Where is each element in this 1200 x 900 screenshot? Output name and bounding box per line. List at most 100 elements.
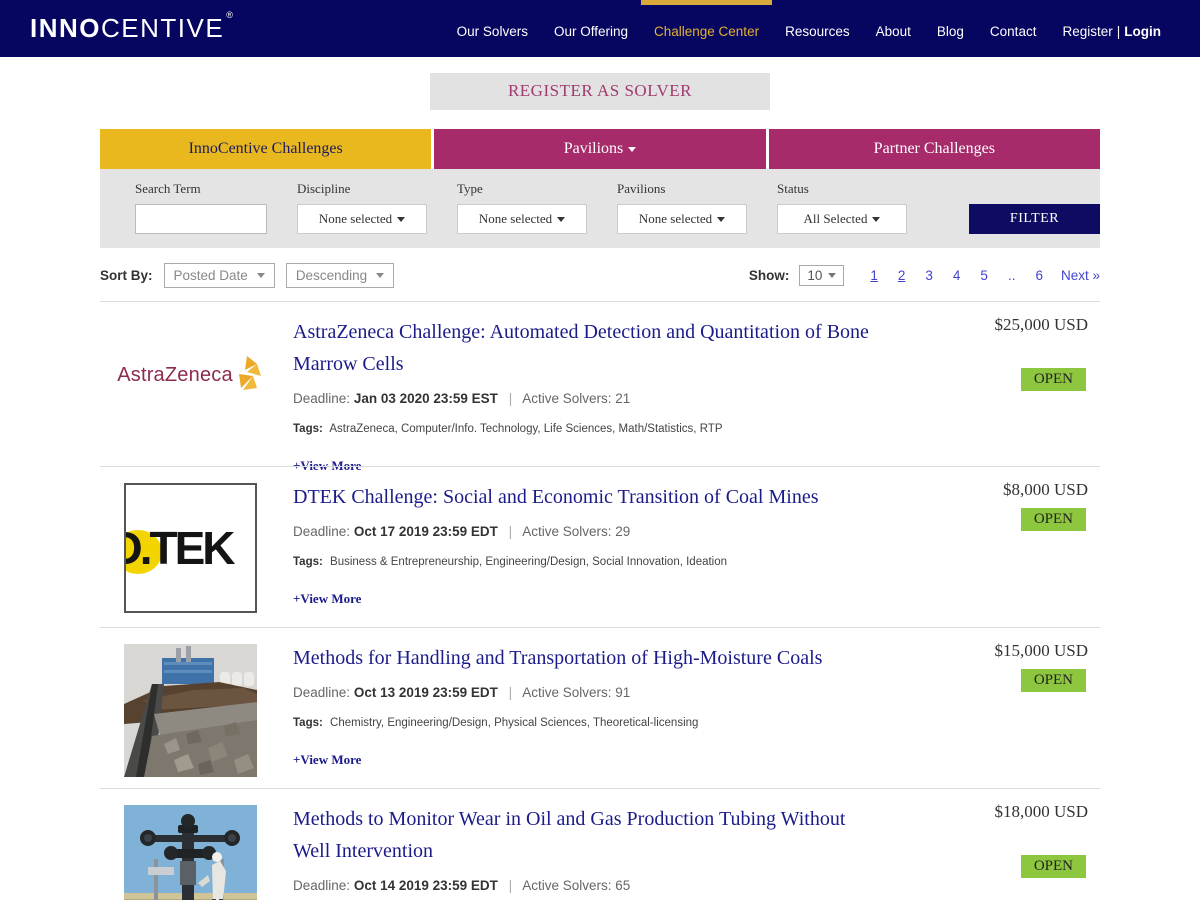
pavilions-value: None selected [639,211,712,227]
sort-direction-select[interactable]: Descending [286,263,394,288]
status-badge-open[interactable]: OPEN [1021,508,1086,531]
challenge-row: AstraZeneca AstraZeneca Challenge: Autom… [100,301,1100,466]
register-link[interactable]: Register [1062,24,1112,39]
meta-separator: | [509,878,513,893]
chevron-down-icon [717,217,725,222]
tags-value: AstraZeneca, Computer/Info. Technology, … [329,423,722,435]
sort-by-label: Sort By: [100,268,153,283]
oil-wellhead-thumbnail[interactable] [124,805,257,900]
discipline-group: Discipline None selected [297,181,427,234]
challenge-title[interactable]: Methods for Handling and Transportation … [293,642,883,674]
challenge-prize: $15,000 USD [994,641,1088,661]
challenge-meta: Deadline: Oct 14 2019 23:59 EDT | Active… [293,878,883,893]
tab-innocentive-challenges[interactable]: InnoCentive Challenges [100,129,431,169]
type-value: None selected [479,211,552,227]
challenge-row: Methods to Monitor Wear in Oil and Gas P… [100,788,1100,900]
deadline-value: Oct 17 2019 23:59 EDT [354,524,498,539]
pavilions-group: Pavilions None selected [617,181,747,234]
nav-our-offering[interactable]: Our Offering [541,0,641,57]
discipline-label: Discipline [297,181,427,197]
next-page-link[interactable]: Next » [1061,268,1100,283]
pavilions-dropdown[interactable]: None selected [617,204,747,234]
challenge-body: Methods for Handling and Transportation … [293,642,883,788]
show-label: Show: [749,268,790,283]
type-group: Type None selected [457,181,587,234]
show-count-select[interactable]: 10 [799,265,844,286]
solvers-value: 21 [615,391,630,406]
top-header: INNO CENTIVE ® Our Solvers Our Offering … [0,0,1200,57]
status-badge-open[interactable]: OPEN [1021,368,1086,391]
challenge-body: AstraZeneca Challenge: Automated Detecti… [293,316,883,466]
challenge-title[interactable]: DTEK Challenge: Social and Economic Tran… [293,481,883,513]
tags-value: Chemistry, Engineering/Design, Physical … [330,717,698,729]
challenge-prize: $25,000 USD [994,315,1088,335]
status-group: Status All Selected [777,181,907,234]
search-term-group: Search Term [135,181,267,234]
deadline-value: Jan 03 2020 23:59 EST [354,391,498,406]
sort-direction-value: Descending [296,268,367,283]
page-1-link[interactable]: 1 [870,268,878,283]
chevron-down-icon [557,217,565,222]
status-badge-open[interactable]: OPEN [1021,855,1086,878]
challenge-body: DTEK Challenge: Social and Economic Tran… [293,481,883,627]
deadline-label: Deadline: [293,878,350,893]
view-more-link[interactable]: +View More [293,752,361,768]
tab-pavilions[interactable]: Pavilions [431,129,765,169]
discipline-value: None selected [319,211,392,227]
astrazeneca-swoosh-icon [233,354,263,396]
status-badge-open[interactable]: OPEN [1021,669,1086,692]
filter-button[interactable]: FILTER [969,204,1100,234]
dtek-logo[interactable]: D.TEK [124,483,257,613]
register-as-solver-button[interactable]: REGISTER AS SOLVER [430,73,770,110]
page-6-link[interactable]: 6 [1035,268,1043,283]
deadline-value: Oct 13 2019 23:59 EDT [354,685,498,700]
challenge-tabs: InnoCentive Challenges Pavilions Partner… [100,129,1100,169]
nav-blog[interactable]: Blog [924,0,977,57]
challenge-logo-col [115,803,265,900]
deadline-label: Deadline: [293,685,350,700]
sort-row: Sort By: Posted Date Descending Show: 10… [100,263,1100,288]
type-dropdown[interactable]: None selected [457,204,587,234]
nav-about[interactable]: About [863,0,924,57]
search-term-label: Search Term [135,181,267,197]
innocentive-logo[interactable]: INNO CENTIVE ® [30,0,234,57]
nav-resources[interactable]: Resources [772,0,863,57]
page-5-link[interactable]: 5 [980,268,988,283]
tags-label: Tags: [293,423,323,435]
challenge-title[interactable]: Methods to Monitor Wear in Oil and Gas P… [293,803,883,867]
deadline-label: Deadline: [293,524,350,539]
chevron-down-icon [397,217,405,222]
page-2-link[interactable]: 2 [898,268,906,283]
nav-challenge-center[interactable]: Challenge Center [641,0,772,57]
pavilions-label: Pavilions [617,181,747,197]
discipline-dropdown[interactable]: None selected [297,204,427,234]
type-label: Type [457,181,587,197]
nav-contact[interactable]: Contact [977,0,1050,57]
meta-separator: | [509,391,513,406]
nav-our-solvers[interactable]: Our Solvers [444,0,541,57]
nav-register-login[interactable]: Register | Login [1049,0,1174,57]
page-ellipsis: .. [1008,268,1016,283]
logo-text-bold: INNO [30,13,101,44]
pagination-area: Show: 10 1 2 3 4 5 .. 6 Next » [749,265,1100,286]
sort-field-value: Posted Date [174,268,248,283]
dtek-logo-text: D.TEK [124,521,233,575]
meta-separator: | [509,524,513,539]
status-dropdown[interactable]: All Selected [777,204,907,234]
search-input[interactable] [135,204,267,234]
solvers-label: Active Solvers: [522,685,611,700]
tab-partner-challenges[interactable]: Partner Challenges [766,129,1100,169]
view-more-link[interactable]: +View More [293,591,361,607]
solvers-value: 91 [615,685,630,700]
astrazeneca-logo[interactable]: AstraZeneca [117,346,263,404]
login-link[interactable]: Login [1124,24,1161,39]
challenge-tags: Tags: Business & Entrepreneurship, Engin… [293,556,883,568]
logo-text-rest: CENTIVE [101,13,224,44]
sort-field-select[interactable]: Posted Date [164,263,275,288]
page-3-link[interactable]: 3 [925,268,933,283]
deadline-label: Deadline: [293,391,350,406]
coal-conveyor-thumbnail[interactable] [124,644,257,777]
challenge-tags: Tags: Chemistry, Engineering/Design, Phy… [293,717,883,729]
challenge-title[interactable]: AstraZeneca Challenge: Automated Detecti… [293,316,883,380]
page-4-link[interactable]: 4 [953,268,961,283]
